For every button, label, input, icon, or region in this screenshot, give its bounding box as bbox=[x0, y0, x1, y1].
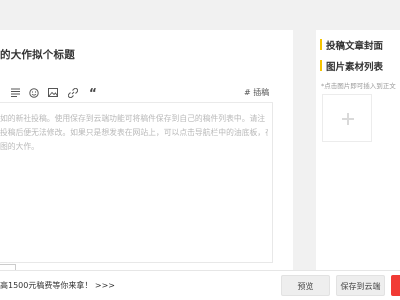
publish-button[interactable] bbox=[391, 275, 400, 296]
materials-heading: 图片素材列表 bbox=[320, 59, 383, 73]
tag-button[interactable]: # 插稿 bbox=[244, 85, 269, 101]
promo-link[interactable]: 高1500元稿费等你来拿！ >>> bbox=[0, 280, 115, 291]
plus-icon bbox=[323, 95, 371, 141]
content-placeholder: 如的新社投稿。使用保存到云端功能可将稿件保存到自己的稿件列表中。请注 投稿后便无… bbox=[0, 112, 268, 154]
cover-heading: 投稿文章封面 bbox=[320, 38, 383, 52]
article-title-input[interactable]: 的大作拟个标题 bbox=[0, 47, 75, 62]
preview-button[interactable]: 预览 bbox=[281, 275, 330, 296]
image-icon[interactable] bbox=[46, 85, 60, 101]
emoji-icon[interactable] bbox=[27, 85, 41, 101]
save-to-cloud-button[interactable]: 保存到云端 bbox=[336, 275, 385, 296]
upload-image-button[interactable] bbox=[322, 94, 372, 142]
placeholder-line: 投稿后便无法修改。如果只是想发表在网站上，可以点击导航栏中的油底板，在 bbox=[0, 128, 268, 137]
upload-note: *点击图片即可插入到正文 bbox=[321, 80, 396, 90]
placeholder-line: 图的大作。 bbox=[0, 142, 39, 151]
quote-icon[interactable]: “ bbox=[86, 85, 100, 101]
placeholder-line: 如的新社投稿。使用保存到云端功能可将稿件保存到自己的稿件列表中。请注 bbox=[0, 114, 266, 123]
upload-note-text: *点击图片即可插入到正文 bbox=[321, 82, 396, 90]
link-icon[interactable] bbox=[66, 85, 80, 101]
editor-toolbar: “ # 插稿 bbox=[0, 85, 272, 101]
align-icon[interactable] bbox=[8, 85, 22, 101]
